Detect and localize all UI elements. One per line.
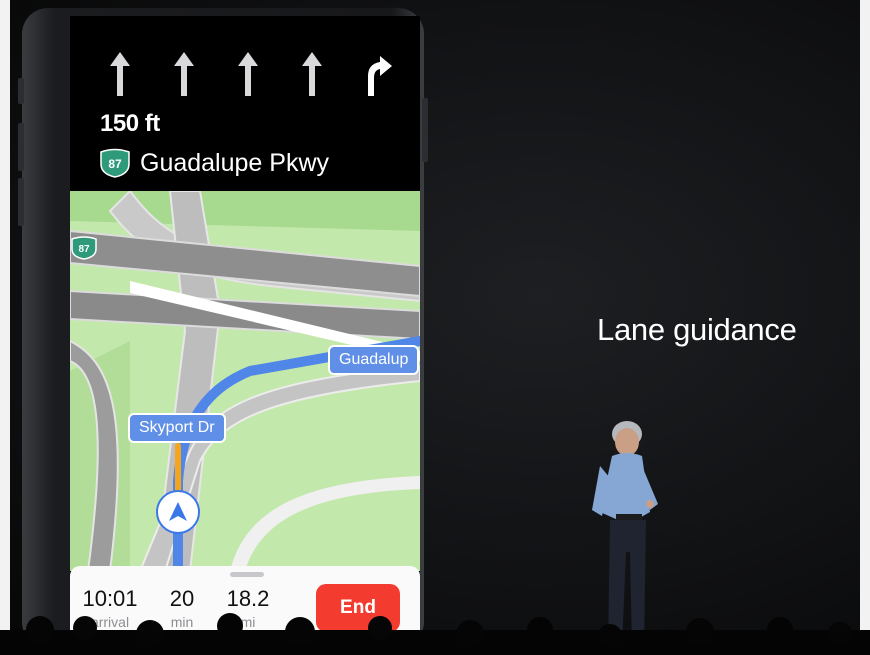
road-name: Guadalupe Pkwy: [140, 148, 330, 177]
map-view[interactable]: 87 Guadalup Skyport Dr: [70, 191, 420, 571]
audience-silhouettes: [0, 613, 870, 655]
arrival-time: 10:01: [82, 586, 138, 611]
right-frame-edge: [860, 0, 870, 655]
phone-device: 150 ft 87 Guadalupe Pkwy 87 Guadalup Sky…: [18, 8, 428, 648]
route-shield-icon: 87: [100, 148, 130, 178]
lane-guidance-bar: [100, 46, 400, 102]
straight-arrow-icon: [164, 46, 204, 102]
svg-text:87: 87: [78, 244, 90, 255]
volume-up-button: [18, 123, 24, 171]
card-grabber-handle[interactable]: [230, 572, 264, 577]
straight-arrow-icon: [100, 46, 140, 102]
location-puck-icon: [156, 490, 200, 534]
map-route-shield-icon: 87: [71, 236, 97, 260]
straight-arrow-icon: [292, 46, 332, 102]
turn-right-arrow-icon: [356, 46, 396, 102]
map-roads: 87: [70, 191, 420, 571]
maneuver-distance: 150 ft: [100, 110, 160, 137]
duration-value: 20: [169, 586, 195, 611]
volume-down-button: [18, 178, 24, 226]
side-button: [422, 98, 428, 162]
road-label-guadalupe[interactable]: Guadalup: [328, 345, 420, 375]
maps-screen: 150 ft 87 Guadalupe Pkwy 87 Guadalup Sky…: [70, 16, 420, 641]
left-frame-edge: [0, 0, 10, 655]
next-road: 87 Guadalupe Pkwy: [98, 146, 329, 180]
keynote-stage: 150 ft 87 Guadalupe Pkwy 87 Guadalup Sky…: [0, 0, 870, 655]
straight-arrow-icon: [228, 46, 268, 102]
slide-title: Lane guidance: [597, 312, 797, 347]
route-shield-number: 87: [108, 157, 122, 171]
distance-value: 18.2: [226, 586, 270, 611]
road-label-skyport[interactable]: Skyport Dr: [128, 413, 226, 443]
mute-switch: [18, 78, 24, 104]
